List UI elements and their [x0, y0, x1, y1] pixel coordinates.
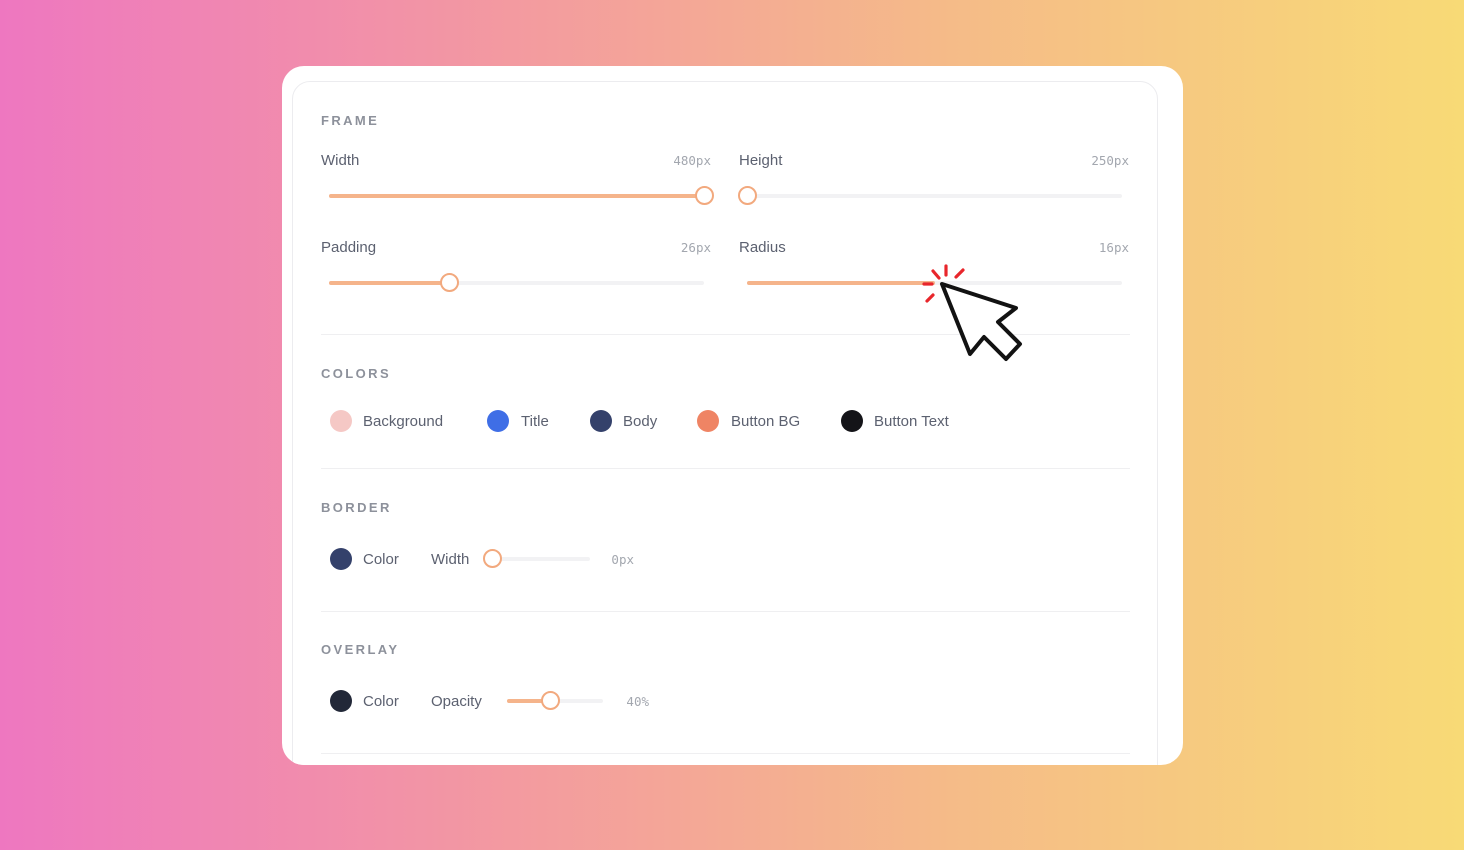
divider — [321, 611, 1130, 612]
width-slider-fill — [329, 194, 704, 198]
radius-label: Radius — [739, 239, 786, 256]
border-color-label: Color — [363, 551, 399, 568]
width-slider-thumb[interactable] — [694, 186, 714, 205]
border-width-slider-thumb[interactable] — [482, 549, 502, 568]
height-slider[interactable] — [737, 186, 1122, 205]
color-swatch-background[interactable] — [330, 410, 352, 432]
border-width-value: 0px — [611, 552, 634, 567]
overlay-opacity-value: 40% — [626, 694, 649, 709]
section-title-overlay: OVERLAY — [321, 642, 400, 657]
section-title-colors: COLORS — [321, 366, 392, 381]
color-label-background: Background — [363, 413, 444, 430]
section-title-border: BORDER — [321, 500, 392, 515]
color-swatch-title[interactable] — [487, 410, 509, 432]
divider — [321, 468, 1130, 469]
padding-slider-fill — [329, 281, 449, 285]
pointer-cursor-icon — [922, 264, 1022, 361]
height-slider-thumb[interactable] — [737, 186, 757, 205]
section-title-frame: FRAME — [321, 113, 380, 128]
overlay-color-swatch[interactable] — [330, 690, 352, 712]
padding-slider-thumb[interactable] — [439, 273, 459, 292]
padding-slider[interactable] — [329, 273, 704, 292]
settings-panel: FRAME Width 480px Height 250px Padding 2… — [292, 81, 1158, 765]
color-label-body: Body — [623, 413, 658, 430]
color-swatch-body[interactable] — [590, 410, 612, 432]
color-swatch-button-text[interactable] — [841, 410, 863, 432]
border-color-swatch[interactable] — [330, 548, 352, 570]
color-label-title: Title — [521, 413, 549, 430]
height-value: 250px — [1091, 153, 1129, 168]
padding-value: 26px — [680, 240, 711, 255]
overlay-opacity-slider-thumb[interactable] — [540, 691, 560, 710]
border-width-slider[interactable] — [482, 549, 590, 568]
overlay-color-label: Color — [363, 693, 399, 710]
width-label: Width — [321, 152, 360, 169]
color-label-button-bg: Button BG — [731, 413, 801, 430]
settings-card: FRAME Width 480px Height 250px Padding 2… — [282, 66, 1183, 765]
divider — [321, 753, 1130, 754]
width-value: 480px — [673, 153, 711, 168]
color-label-button-text: Button Text — [874, 413, 949, 430]
overlay-opacity-label: Opacity — [431, 693, 482, 710]
height-label: Height — [739, 152, 783, 169]
overlay-opacity-slider[interactable] — [507, 691, 603, 710]
radius-slider-fill — [747, 281, 935, 285]
border-width-label: Width — [431, 551, 470, 568]
radius-value: 16px — [1098, 240, 1129, 255]
width-slider[interactable] — [329, 186, 714, 205]
padding-label: Padding — [321, 239, 377, 256]
color-swatch-button-bg[interactable] — [697, 410, 719, 432]
